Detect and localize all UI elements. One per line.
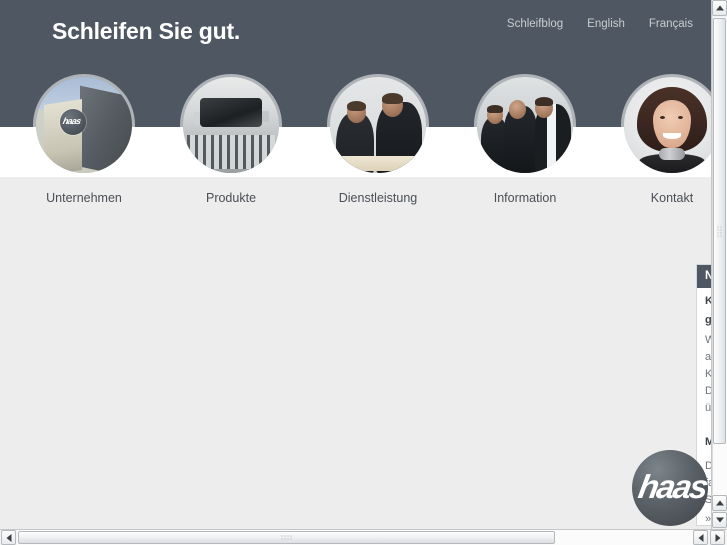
triangle-left-icon bbox=[698, 533, 703, 542]
teaser-title-line1: K bbox=[705, 294, 711, 310]
nav-label-produkte: Produkte bbox=[205, 191, 257, 205]
nav-label-kontakt: Kontakt bbox=[650, 191, 694, 205]
triangle-left-icon bbox=[6, 533, 11, 542]
nav-item-dienstleistung[interactable]: Dienstleistung bbox=[328, 77, 428, 205]
site-claim: Schleifen Sie gut. bbox=[52, 18, 241, 44]
triangle-down-icon bbox=[715, 517, 724, 523]
teaser-title-line2: ge bbox=[705, 313, 711, 329]
two-engineers-at-worktable-photo[interactable] bbox=[330, 77, 426, 173]
nav-item-unternehmen[interactable]: haas Unternehmen bbox=[34, 77, 134, 205]
horizontal-scrollbar-thumb[interactable] bbox=[18, 531, 555, 544]
nav-link-francais[interactable]: Français bbox=[649, 18, 693, 30]
triangle-right-icon bbox=[715, 533, 720, 542]
browser-viewport: Schleifen Sie gut. Schleifblog English F… bbox=[0, 0, 727, 545]
scroll-up-button-bottom[interactable] bbox=[712, 495, 727, 511]
woman-portrait-photo[interactable] bbox=[624, 77, 711, 173]
teaser-text-line: Kr bbox=[705, 366, 711, 383]
haas-wordmark: haas bbox=[635, 468, 710, 505]
main-navigation: haas Unternehmen Produkte Dienstleistung… bbox=[0, 77, 711, 212]
nav-link-schleifblog[interactable]: Schleifblog bbox=[507, 18, 563, 30]
triangle-up-icon bbox=[715, 5, 724, 11]
scroll-left-button-right-group[interactable] bbox=[693, 530, 708, 545]
nav-label-unternehmen: Unternehmen bbox=[46, 191, 122, 205]
horizontal-scrollbar[interactable] bbox=[0, 529, 727, 545]
vertical-scrollbar-thumb[interactable] bbox=[713, 18, 726, 444]
scroll-right-button[interactable] bbox=[710, 530, 725, 545]
triangle-up-icon bbox=[715, 500, 724, 506]
teaser-text-line: au bbox=[705, 350, 711, 363]
nav-label-information: Information bbox=[493, 191, 557, 205]
haas-logo[interactable]: haas bbox=[632, 450, 710, 526]
nav-item-kontakt[interactable]: Kontakt bbox=[622, 77, 711, 205]
nav-item-information[interactable]: Information bbox=[475, 77, 575, 205]
teaser-more-link[interactable]: » bbox=[705, 513, 711, 525]
web-page-content: Schleifen Sie gut. Schleifblog English F… bbox=[0, 0, 711, 529]
scroll-left-button[interactable] bbox=[1, 530, 16, 545]
teaser-heading-news: N bbox=[697, 265, 711, 288]
teaser-text-line: W bbox=[705, 332, 711, 349]
teaser-block-news: N K ge W au Kr De üb bbox=[697, 265, 711, 425]
teaser-text-line: De bbox=[705, 383, 711, 400]
nav-link-english[interactable]: English bbox=[587, 18, 625, 30]
grinding-machine-photo[interactable] bbox=[183, 77, 279, 173]
building-wall-haas-logo-icon: haas bbox=[60, 108, 86, 135]
vertical-scrollbar[interactable] bbox=[711, 0, 727, 529]
factory-building-photo[interactable]: haas bbox=[36, 77, 132, 173]
nav-item-produkte[interactable]: Produkte bbox=[181, 77, 281, 205]
three-men-in-workshop-photo[interactable] bbox=[477, 77, 573, 173]
scroll-down-button[interactable] bbox=[712, 512, 727, 528]
teaser-text-line: üb bbox=[705, 402, 711, 415]
language-nav: Schleifblog English Français bbox=[507, 18, 693, 30]
grip-dots-icon bbox=[280, 534, 293, 541]
scroll-up-button-top[interactable] bbox=[712, 0, 727, 16]
teaser-heading-secondary: M bbox=[697, 425, 711, 453]
grip-dots-icon bbox=[716, 225, 723, 237]
nav-label-dienstleistung: Dienstleistung bbox=[338, 191, 418, 205]
